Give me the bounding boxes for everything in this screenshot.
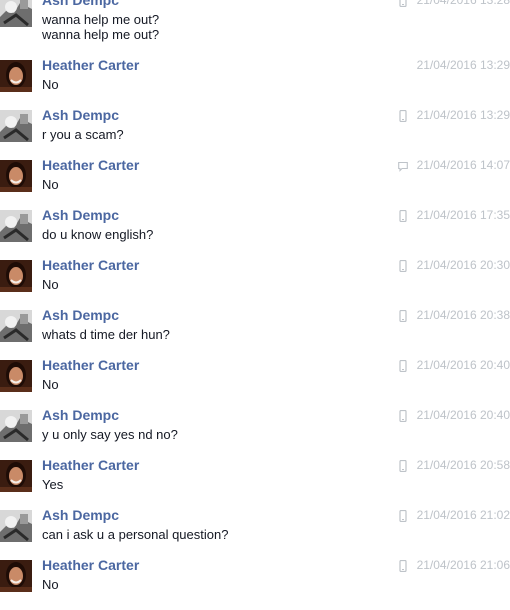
message-text: No — [42, 177, 59, 192]
sender-name[interactable]: Heather Carter — [42, 457, 139, 473]
message-row-continued: wanna help me out? — [0, 21, 510, 58]
sender-name[interactable]: Ash Dempc — [42, 107, 119, 123]
sender-name[interactable]: Ash Dempc — [42, 407, 119, 423]
avatar[interactable] — [0, 360, 32, 392]
message-row: Ash Dempc whats d time der hun? 21/04/2016… — [0, 307, 510, 358]
message-text: Yes — [42, 477, 64, 492]
avatar[interactable] — [0, 560, 32, 592]
message-timestamp: 21/04/2016 14:07 — [416, 158, 510, 172]
message-row: Ash Dempc can i ask u a personal question… — [0, 507, 510, 558]
message-row: Heather Carter No 21/04/2016 13:29 — [0, 57, 510, 108]
sender-name[interactable]: Heather Carter — [42, 57, 139, 73]
message-timestamp: 21/04/2016 20:40 — [416, 358, 510, 372]
message-timestamp: 21/04/2016 13:29 — [416, 108, 510, 122]
message-timestamp: 21/04/2016 21:02 — [416, 508, 510, 522]
message-text: No — [42, 577, 59, 592]
message-row: Heather Carter No 21/04/2016 20:30 — [0, 257, 510, 308]
mobile-phone-icon — [398, 110, 408, 122]
message-timestamp: 21/04/2016 20:40 — [416, 408, 510, 422]
sender-name[interactable]: Ash Dempc — [42, 0, 119, 8]
message-row: Ash Dempc wanna help me out? 21/04/2016 13… — [0, 0, 510, 27]
sender-name[interactable]: Heather Carter — [42, 557, 139, 573]
message-row: Heather Carter Yes 21/04/2016 20:58 — [0, 457, 510, 508]
sender-name[interactable]: Ash Dempc — [42, 307, 119, 323]
avatar[interactable] — [0, 310, 32, 342]
message-timestamp: 21/04/2016 17:35 — [416, 208, 510, 222]
mobile-phone-icon — [398, 560, 408, 572]
message-timestamp: 21/04/2016 20:58 — [416, 458, 510, 472]
message-row: Ash Dempc do u know english? 21/04/2016 17… — [0, 207, 510, 258]
avatar[interactable] — [0, 410, 32, 442]
mobile-phone-icon — [398, 460, 408, 472]
avatar[interactable] — [0, 60, 32, 92]
avatar[interactable] — [0, 460, 32, 492]
message-timestamp: 21/04/2016 21:06 — [416, 558, 510, 572]
message-text: No — [42, 377, 59, 392]
message-row: Heather Carter No 21/04/2016 21:06 — [0, 557, 510, 608]
message-row: Heather Carter No 21/04/2016 14:07 — [0, 157, 510, 208]
sender-name[interactable]: Ash Dempc — [42, 207, 119, 223]
avatar[interactable] — [0, 210, 32, 242]
message-row: Ash Dempc y u only say yes nd no? 21/04/20… — [0, 407, 510, 458]
message-timestamp: 21/04/2016 13:29 — [416, 58, 510, 72]
message-text: r you a scam? — [42, 127, 124, 142]
message-timestamp: 21/04/2016 13:28 — [416, 0, 510, 7]
message-row: Heather Carter No 21/04/2016 20:40 — [0, 357, 510, 408]
message-row: Ash Dempc r you a scam? 21/04/2016 13:29 — [0, 107, 510, 158]
sender-name[interactable]: Heather Carter — [42, 157, 139, 173]
message-text: do u know english? — [42, 227, 154, 242]
message-text: whats d time der hun? — [42, 327, 170, 342]
sender-name[interactable]: Heather Carter — [42, 257, 139, 273]
sender-name[interactable]: Ash Dempc — [42, 507, 119, 523]
sender-name[interactable]: Heather Carter — [42, 357, 139, 373]
avatar[interactable] — [0, 260, 32, 292]
message-text: No — [42, 77, 59, 92]
message-text: No — [42, 277, 59, 292]
chat-bubble-icon — [398, 160, 408, 172]
avatar[interactable] — [0, 160, 32, 192]
avatar[interactable] — [0, 110, 32, 142]
avatar[interactable] — [0, 510, 32, 542]
mobile-phone-icon — [398, 260, 408, 272]
message-timestamp: 21/04/2016 20:30 — [416, 258, 510, 272]
mobile-phone-icon — [398, 360, 408, 372]
mobile-phone-icon — [398, 510, 408, 522]
mobile-phone-icon — [398, 410, 408, 422]
mobile-phone-icon — [398, 0, 408, 7]
message-thread: Ash Dempc wanna help me out? 21/04/2016 13… — [0, 0, 510, 608]
mobile-phone-icon — [398, 210, 408, 222]
message-text: wanna help me out? — [42, 27, 160, 42]
message-text: y u only say yes nd no? — [42, 427, 178, 442]
mobile-phone-icon — [398, 310, 408, 322]
message-timestamp: 21/04/2016 20:38 — [416, 308, 510, 322]
message-text: can i ask u a personal question? — [42, 527, 229, 542]
